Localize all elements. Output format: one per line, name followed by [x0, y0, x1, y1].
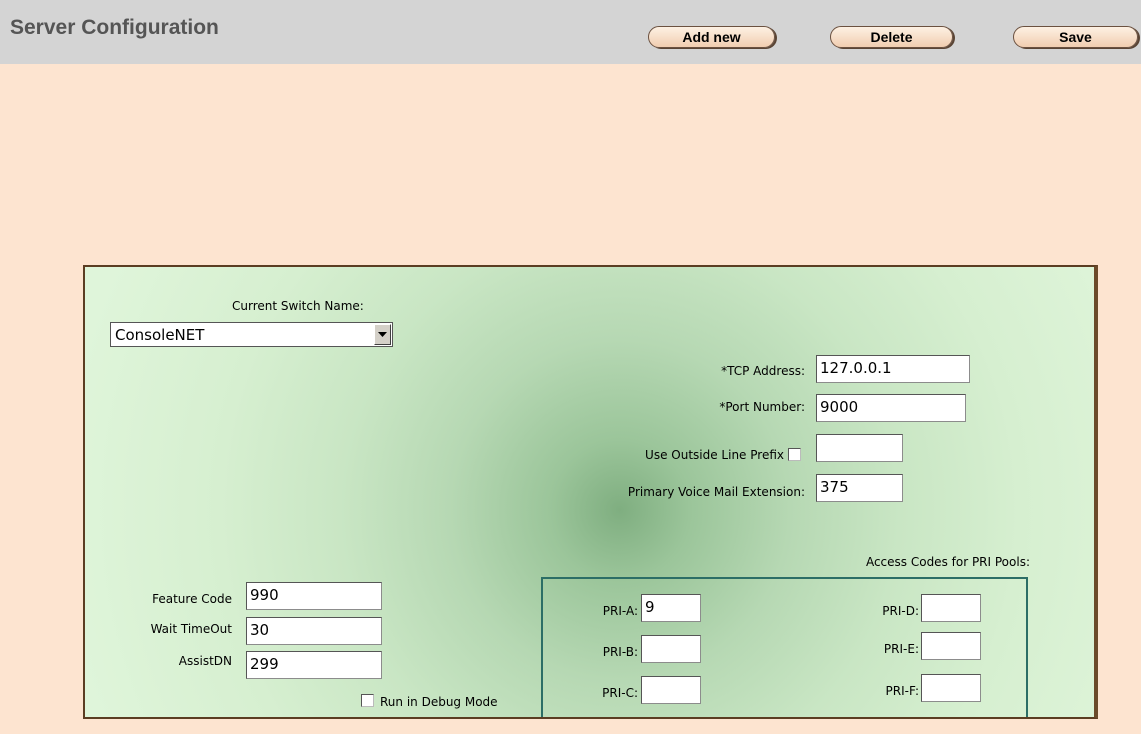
- switch-name-select[interactable]: ConsoleNET: [110, 322, 393, 347]
- port-number-label: *Port Number:: [719, 400, 805, 414]
- voice-mail-extension-field[interactable]: 375: [816, 474, 903, 502]
- feature-code-label: Feature Code: [152, 592, 232, 606]
- add-new-button[interactable]: Add new: [648, 26, 775, 48]
- pri-a-field[interactable]: 9: [641, 594, 701, 622]
- outside-line-prefix-label: Use Outside Line Prefix: [645, 448, 784, 462]
- port-number-field[interactable]: 9000: [816, 394, 966, 422]
- pri-b-label: PRI-B:: [602, 645, 638, 659]
- header-bar: Server Configuration Add new Delete Save: [0, 0, 1141, 64]
- server-config-panel: Current Switch Name: ConsoleNET *TCP Add…: [83, 265, 1098, 719]
- page-title: Server Configuration: [10, 16, 219, 39]
- pri-e-field[interactable]: [921, 632, 981, 660]
- pri-e-label: PRI-E:: [883, 642, 919, 656]
- switch-name-value: ConsoleNET: [115, 326, 205, 344]
- delete-button[interactable]: Delete: [830, 26, 953, 48]
- assist-dn-label: AssistDN: [178, 654, 232, 668]
- pri-d-label: PRI-D:: [882, 604, 919, 618]
- save-button[interactable]: Save: [1013, 26, 1138, 48]
- pri-d-field[interactable]: [921, 594, 981, 622]
- voice-mail-extension-label: Primary Voice Mail Extension:: [627, 485, 805, 499]
- wait-timeout-label: Wait TimeOut: [150, 622, 232, 636]
- wait-timeout-field[interactable]: 30: [246, 617, 382, 645]
- pri-pools-title: Access Codes for PRI Pools:: [865, 555, 1030, 569]
- outside-line-prefix-checkbox[interactable]: [788, 448, 801, 461]
- pri-a-label: PRI-A:: [602, 604, 638, 618]
- pri-pools-box: PRI-A: 9 PRI-B: PRI-C: PRI-D: PRI-E: PRI…: [541, 577, 1028, 717]
- tcp-address-field[interactable]: 127.0.0.1: [816, 355, 970, 383]
- debug-mode-label: Run in Debug Mode: [380, 695, 498, 709]
- pri-f-field[interactable]: [921, 674, 981, 702]
- feature-code-field[interactable]: 990: [246, 582, 382, 610]
- debug-mode-checkbox[interactable]: [361, 694, 374, 707]
- switch-name-label: Current Switch Name:: [232, 299, 364, 313]
- tcp-address-label: *TCP Address:: [721, 364, 805, 378]
- pri-b-field[interactable]: [641, 635, 701, 663]
- chevron-down-icon[interactable]: [374, 324, 391, 345]
- pri-c-label: PRI-C:: [602, 686, 638, 700]
- outside-line-prefix-field[interactable]: [816, 434, 903, 462]
- pri-c-field[interactable]: [641, 676, 701, 704]
- assist-dn-field[interactable]: 299: [246, 651, 382, 679]
- pri-f-label: PRI-F:: [885, 684, 919, 698]
